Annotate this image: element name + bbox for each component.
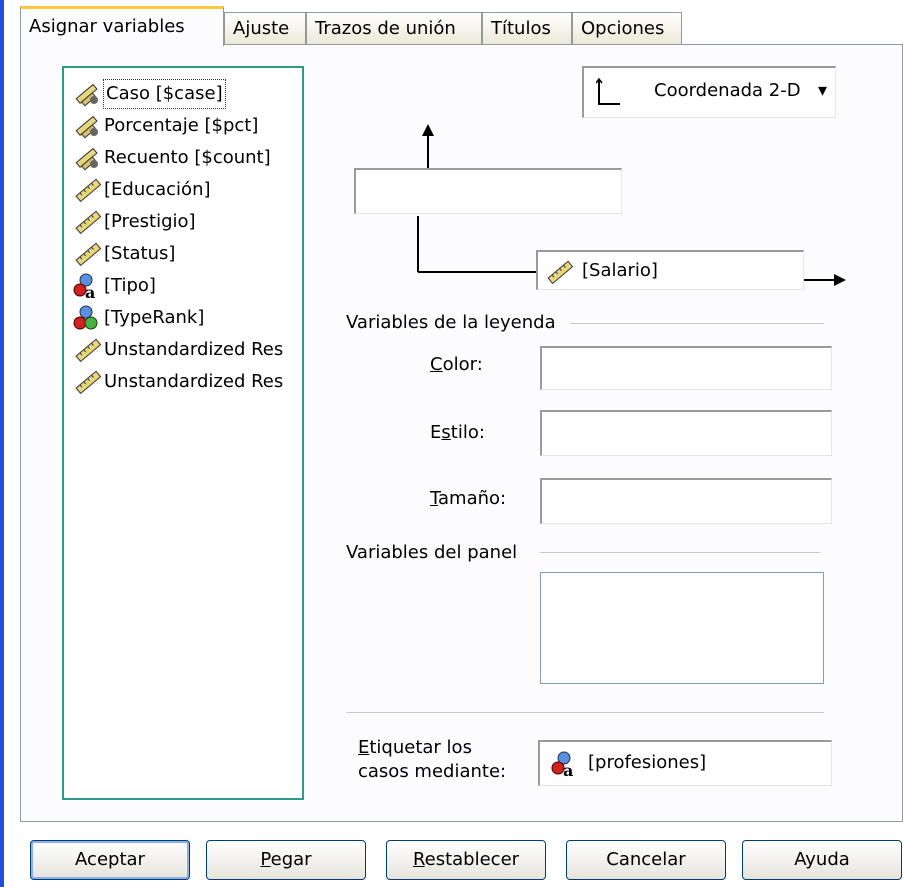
ruler-icon bbox=[72, 240, 104, 268]
legend-separator bbox=[570, 323, 824, 324]
scale-group-icon bbox=[72, 80, 104, 108]
scale-group-icon bbox=[72, 144, 104, 172]
svg-text:a: a bbox=[563, 761, 573, 778]
paste-button[interactable]: Pegar bbox=[206, 840, 366, 880]
variable-item-prestigio[interactable]: [Prestigio] bbox=[72, 208, 196, 236]
ruler-icon bbox=[72, 208, 104, 236]
panel-variables-title: Variables del panel bbox=[346, 542, 518, 563]
tab-asignar-variables[interactable]: Asignar variables bbox=[20, 6, 224, 46]
label-cases-field[interactable]: a [profesiones] bbox=[538, 740, 832, 786]
variable-list[interactable]: Caso [$case] Porcentaje [$pct] Recuento … bbox=[62, 66, 304, 800]
window-edge bbox=[0, 0, 4, 887]
variable-item-status[interactable]: [Status] bbox=[72, 240, 175, 268]
cancel-button[interactable]: Cancelar bbox=[566, 840, 726, 880]
variable-item-porcentaje[interactable]: Porcentaje [$pct] bbox=[72, 112, 258, 140]
reset-button[interactable]: Restablecer bbox=[386, 840, 546, 880]
panel-variables-field[interactable] bbox=[540, 572, 824, 684]
color-label: Color: bbox=[430, 354, 483, 375]
label-cases-label: Etiquetar los casos mediante: bbox=[358, 737, 507, 782]
variable-item-educacion[interactable]: [Educación] bbox=[72, 176, 211, 204]
legend-variables-title: Variables de la leyenda bbox=[346, 312, 556, 333]
label-cases-separator bbox=[346, 712, 824, 713]
tab-titulos[interactable]: Títulos bbox=[482, 12, 572, 44]
variable-item-caso[interactable]: Caso [$case] bbox=[72, 79, 226, 109]
variable-item-recuento[interactable]: Recuento [$count] bbox=[72, 144, 271, 172]
y-axis-drop-field[interactable] bbox=[354, 168, 622, 214]
nominal-icon: a bbox=[72, 272, 104, 302]
ok-button[interactable]: Aceptar bbox=[30, 840, 190, 880]
scale-group-icon bbox=[72, 112, 104, 140]
style-field[interactable] bbox=[540, 410, 832, 456]
coordinate-dropdown[interactable]: Coordenada 2-D ▾ bbox=[582, 66, 836, 118]
tab-trazos-de-union[interactable]: Trazos de unión bbox=[306, 12, 482, 44]
axes-icon bbox=[595, 77, 622, 113]
help-button[interactable]: Ayuda bbox=[742, 840, 902, 880]
nominal-icon: a bbox=[550, 750, 582, 783]
x-axis-drop-field[interactable]: [Salario] bbox=[536, 250, 804, 290]
size-field[interactable] bbox=[540, 478, 832, 524]
variable-item-unstandardized-res-1[interactable]: Unstandardized Res bbox=[72, 336, 283, 364]
variable-item-unstandardized-res-2[interactable]: Unstandardized Res bbox=[72, 368, 283, 396]
tab-opciones[interactable]: Opciones bbox=[572, 12, 682, 44]
variable-item-typerank[interactable]: [TypeRank] bbox=[72, 304, 204, 332]
size-label: Tamaño: bbox=[430, 488, 507, 509]
variable-item-tipo[interactable]: a [Tipo] bbox=[72, 272, 156, 302]
ruler-icon bbox=[72, 368, 104, 396]
style-label: Estilo: bbox=[430, 422, 485, 443]
chevron-down-icon: ▾ bbox=[818, 80, 828, 101]
ruler-icon bbox=[544, 258, 576, 291]
svg-text:a: a bbox=[85, 283, 95, 300]
ordinal-icon bbox=[72, 304, 104, 332]
ruler-icon bbox=[72, 336, 104, 364]
tab-ajuste[interactable]: Ajuste bbox=[224, 12, 306, 44]
color-field[interactable] bbox=[540, 346, 832, 390]
panel-separator bbox=[540, 552, 820, 553]
ruler-icon bbox=[72, 176, 104, 204]
